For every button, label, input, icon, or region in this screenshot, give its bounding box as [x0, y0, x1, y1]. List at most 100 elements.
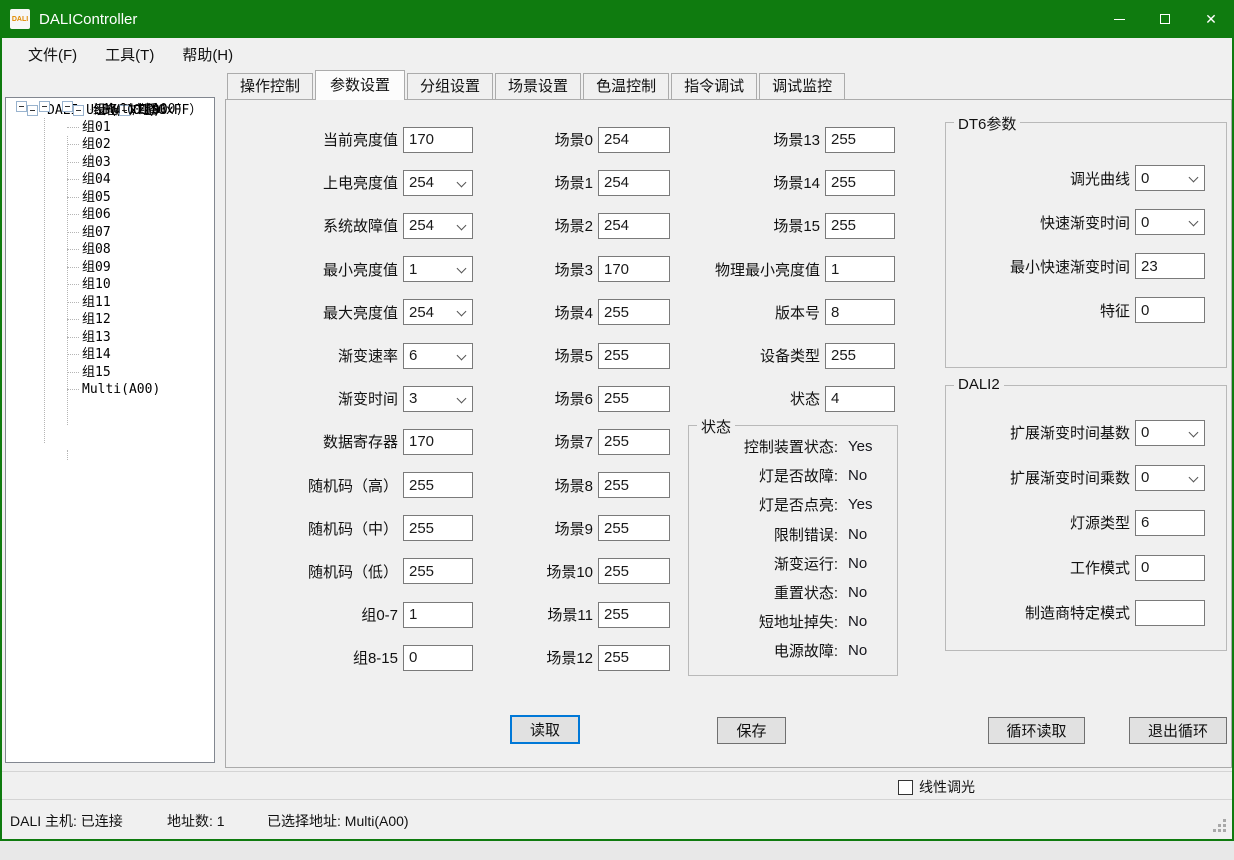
field-input[interactable]: 23 — [1135, 253, 1205, 279]
field-input[interactable] — [1135, 600, 1205, 626]
maximize-button[interactable] — [1142, 0, 1188, 38]
tree-item[interactable]: 组07 — [6, 224, 214, 242]
field-input[interactable]: 1 — [403, 602, 473, 628]
field-input[interactable]: 255 — [598, 472, 670, 498]
field-input[interactable]: 3 — [403, 386, 473, 412]
exit-loop-button[interactable]: 退出循环 — [1129, 717, 1227, 744]
field-input[interactable]: 170 — [598, 256, 670, 282]
tree-item[interactable]: 组15 — [6, 364, 214, 382]
chevron-down-icon[interactable] — [1189, 472, 1199, 482]
read-button[interactable]: 读取 — [510, 715, 580, 744]
checkbox-unchecked-icon[interactable] — [898, 780, 913, 795]
menu-item[interactable]: 帮助(H) — [168, 40, 247, 69]
field-input[interactable]: 0 — [1135, 465, 1205, 491]
field-input[interactable]: 255 — [403, 472, 473, 498]
tree-item[interactable]: 组01 — [6, 119, 214, 137]
field-input[interactable]: 0 — [1135, 209, 1205, 235]
tree-item[interactable]: Multi(A00) — [6, 381, 214, 399]
chevron-down-icon[interactable] — [1189, 427, 1199, 437]
save-button[interactable]: 保存 — [717, 717, 786, 744]
field-input[interactable]: 255 — [825, 343, 895, 369]
field-input[interactable]: 255 — [598, 602, 670, 628]
resize-grip-icon[interactable] — [1212, 818, 1226, 832]
field-input[interactable]: 254 — [403, 213, 473, 239]
titlebar: DALI DALIController ✕ — [0, 0, 1234, 38]
tree-item[interactable]: 设备（广播0xFF） — [39, 101, 50, 112]
tab[interactable]: 调试监控 — [759, 73, 845, 99]
tree-item[interactable]: 组02 — [6, 136, 214, 154]
tree-item[interactable]: 组06 — [6, 206, 214, 224]
field-input[interactable]: 255 — [598, 558, 670, 584]
tab[interactable]: 指令调试 — [671, 73, 757, 99]
field-input[interactable]: 0 — [1135, 555, 1205, 581]
tree-item[interactable]: 组12 — [6, 311, 214, 329]
tree-item[interactable]: 组09 — [6, 259, 214, 277]
field-input[interactable]: 255 — [598, 429, 670, 455]
minimize-button[interactable] — [1096, 0, 1142, 38]
tree-item[interactable]: 组10 — [6, 276, 214, 294]
field-label: 随机码（中） — [280, 518, 398, 539]
loop-read-button[interactable]: 循环读取 — [988, 717, 1085, 744]
menu-item[interactable]: 文件(F) — [14, 40, 91, 69]
field-input[interactable]: 255 — [598, 343, 670, 369]
tab[interactable]: 场景设置 — [495, 73, 581, 99]
field-input[interactable]: 4 — [825, 386, 895, 412]
device-tree[interactable]: DALI USB(0001) 组 (0xFF) 组00 Multi(A00) 组… — [5, 97, 215, 763]
status-value: No — [848, 526, 867, 543]
field-input[interactable]: 254 — [403, 299, 473, 325]
chevron-down-icon[interactable] — [457, 307, 467, 317]
field-input[interactable]: 1 — [825, 256, 895, 282]
tree-item[interactable]: 组14 — [6, 346, 214, 364]
field-input[interactable]: 255 — [403, 515, 473, 541]
field-input[interactable]: 255 — [403, 558, 473, 584]
field-input[interactable]: 254 — [598, 213, 670, 239]
form-row: 快速渐变时间 0 — [950, 200, 1205, 244]
tree-item[interactable]: 组13 — [6, 329, 214, 347]
tab[interactable]: 参数设置 — [315, 70, 405, 100]
menu-item[interactable]: 工具(T) — [91, 40, 168, 69]
tab[interactable]: 分组设置 — [407, 73, 493, 99]
tree-item[interactable]: 组11 — [6, 294, 214, 312]
status-value: No — [848, 467, 867, 484]
chevron-down-icon[interactable] — [457, 264, 467, 274]
collapse-minus-icon[interactable] — [73, 105, 84, 116]
field-input[interactable]: 255 — [598, 645, 670, 671]
field-input[interactable]: 0 — [1135, 420, 1205, 446]
chevron-down-icon[interactable] — [1189, 217, 1199, 227]
tab[interactable]: 操作控制 — [227, 73, 313, 99]
status-label: 限制错误: — [692, 524, 838, 545]
field-input[interactable]: 6 — [403, 343, 473, 369]
field-input[interactable]: 255 — [825, 170, 895, 196]
chevron-down-icon[interactable] — [1189, 173, 1199, 183]
field-input[interactable]: 1 — [403, 256, 473, 282]
tree-item[interactable]: 组04 — [6, 171, 214, 189]
field-input[interactable]: 0 — [1135, 165, 1205, 191]
field-input[interactable]: 255 — [598, 386, 670, 412]
field-input[interactable]: 0 — [1135, 297, 1205, 323]
field-input[interactable]: 170 — [403, 429, 473, 455]
tree-item[interactable]: 组05 — [6, 189, 214, 207]
linear-dimming-checkbox[interactable]: 线性调光 — [898, 777, 975, 797]
tree-item[interactable]: 组03 — [6, 154, 214, 172]
field-input[interactable]: 255 — [825, 127, 895, 153]
field-input[interactable]: 0 — [403, 645, 473, 671]
field-input[interactable]: 255 — [598, 515, 670, 541]
close-button[interactable]: ✕ — [1188, 0, 1234, 38]
field-input[interactable]: 255 — [598, 299, 670, 325]
tab[interactable]: 色温控制 — [583, 73, 669, 99]
field-input[interactable]: 254 — [598, 170, 670, 196]
form-row: 场景0 254 — [490, 118, 670, 161]
chevron-down-icon[interactable] — [457, 177, 467, 187]
field-value: 254 — [599, 217, 629, 234]
field-input[interactable]: 255 — [825, 213, 895, 239]
field-input[interactable]: 254 — [598, 127, 670, 153]
tree-item[interactable]: 组08 — [6, 241, 214, 259]
chevron-down-icon[interactable] — [457, 221, 467, 231]
field-input[interactable]: 254 — [403, 170, 473, 196]
chevron-down-icon[interactable] — [457, 393, 467, 403]
field-label: 物理最小亮度值 — [688, 259, 820, 280]
chevron-down-icon[interactable] — [457, 350, 467, 360]
field-input[interactable]: 6 — [1135, 510, 1205, 536]
field-input[interactable]: 170 — [403, 127, 473, 153]
field-input[interactable]: 8 — [825, 299, 895, 325]
